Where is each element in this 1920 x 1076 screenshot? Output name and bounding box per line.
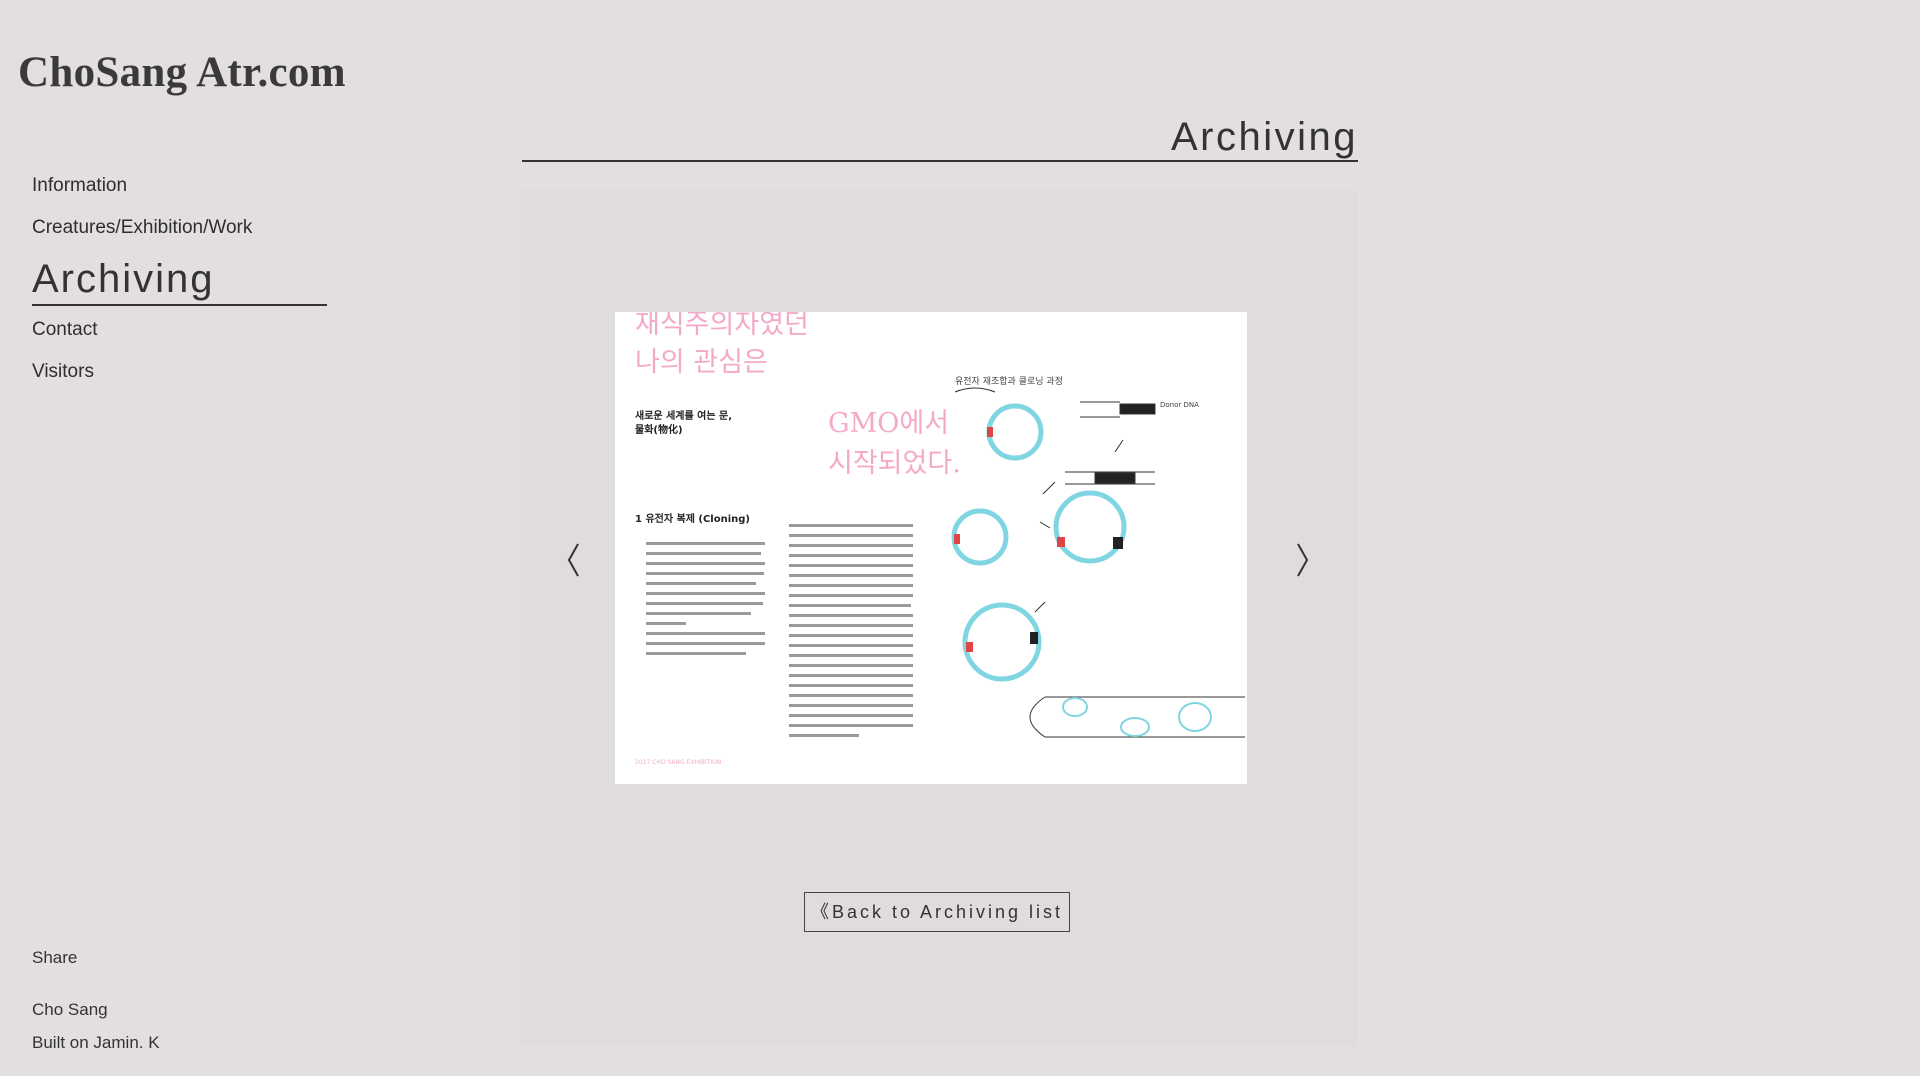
chevron-left-icon	[567, 543, 579, 577]
archive-slide-image: 재식주의자였던 나의 관심은 새로운 세계를 여는 문, 물화(物化) GMO에…	[615, 312, 1247, 784]
slide-body-text-right	[778, 511, 913, 751]
nav-item-creatures-exhibition-work[interactable]: Creatures/Exhibition/Work	[32, 212, 327, 254]
prev-slide-button[interactable]	[558, 538, 588, 582]
nav-item-visitors[interactable]: Visitors	[32, 356, 327, 398]
slide-section-title: 1 유전자 복제 (Cloning)	[635, 514, 751, 525]
next-slide-button[interactable]	[1288, 538, 1318, 582]
built-on-credit: Built on Jamin. K	[32, 1033, 160, 1052]
nav-item-information[interactable]: Information	[32, 170, 327, 212]
plasmid-sketch-illustration: 유전자 재조합과 클로닝 과정 Donor DNA	[951, 376, 1245, 738]
site-title[interactable]: ChoSang Atr.com	[18, 48, 346, 97]
slide-subheading: 새로운 세계를 여는 문, 물화(物化)	[635, 411, 733, 436]
slide-headline: 재식주의자였던 나의 관심은	[635, 312, 809, 378]
text-lines-graphic	[789, 524, 913, 737]
sidebar-footer: Cho Sang Built on Jamin. K	[32, 998, 160, 1064]
slide-footer-note: 2017 CHO SANG EXHIBITION	[635, 759, 722, 766]
slide-body-text-left	[635, 529, 765, 659]
back-to-archiving-list-button[interactable]: 《 Back to Archiving list	[804, 892, 1070, 932]
slide-gmo-heading: GMO에서 시작되었다.	[828, 408, 961, 479]
nav-item-archiving[interactable]: Archiving	[32, 254, 327, 306]
back-button-label: Back to Archiving list	[831, 902, 1064, 922]
sidebar-nav: Information Creatures/Exhibition/Work Ar…	[32, 170, 327, 398]
text-lines-graphic	[646, 542, 765, 655]
double-chevron-left-icon: 《	[810, 902, 829, 922]
page: ChoSang Atr.com Information Creatures/Ex…	[0, 0, 1920, 1076]
nav-item-contact[interactable]: Contact	[32, 314, 327, 356]
page-title: Archiving	[522, 114, 1358, 162]
sketch-label-dna: Donor DNA	[1160, 401, 1199, 409]
chevron-right-icon	[1297, 543, 1309, 577]
author-name: Cho Sang	[32, 1000, 108, 1019]
share-link[interactable]: Share	[32, 948, 77, 968]
sketch-label-top: 유전자 재조합과 클로닝 과정	[955, 376, 1063, 387]
